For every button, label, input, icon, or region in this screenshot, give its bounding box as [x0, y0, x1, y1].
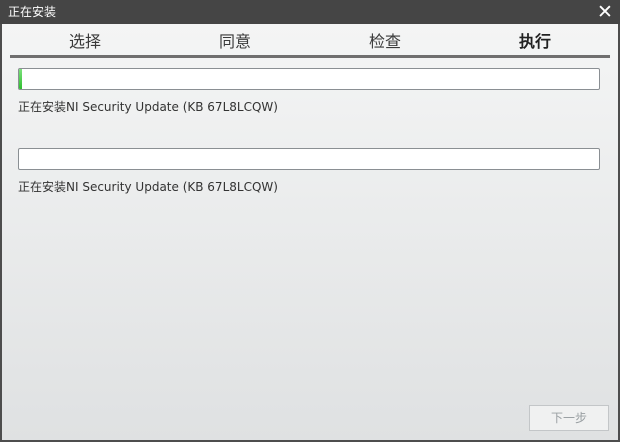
item-status-text: 正在安装NI Security Update (KB 67L8LCQW): [18, 180, 278, 194]
step-tabs: 选择 同意 检查 执行: [10, 30, 610, 56]
tab-execute: 执行: [518, 32, 551, 51]
overall-progress-bar: [18, 68, 600, 90]
close-icon[interactable]: ✕: [594, 1, 616, 23]
window-title: 正在安装: [8, 5, 57, 19]
next-button[interactable]: 下一步: [529, 405, 609, 431]
overall-progress-fill: [19, 69, 23, 89]
title-bar: 正在安装 ✕: [0, 0, 620, 24]
tab-select: 选择: [68, 32, 101, 51]
tab-check: 检查: [368, 32, 401, 51]
step-progress-indicator: [10, 55, 610, 58]
installer-window: 正在安装 ✕ 选择 同意 检查 执行 正在安装NI Security Updat…: [0, 0, 620, 442]
tab-agree: 同意: [218, 32, 251, 51]
content-area: 选择 同意 检查 执行 正在安装NI Security Update (KB 6…: [2, 24, 618, 440]
overall-status-text: 正在安装NI Security Update (KB 67L8LCQW): [18, 100, 278, 114]
item-progress-bar: [18, 148, 600, 170]
